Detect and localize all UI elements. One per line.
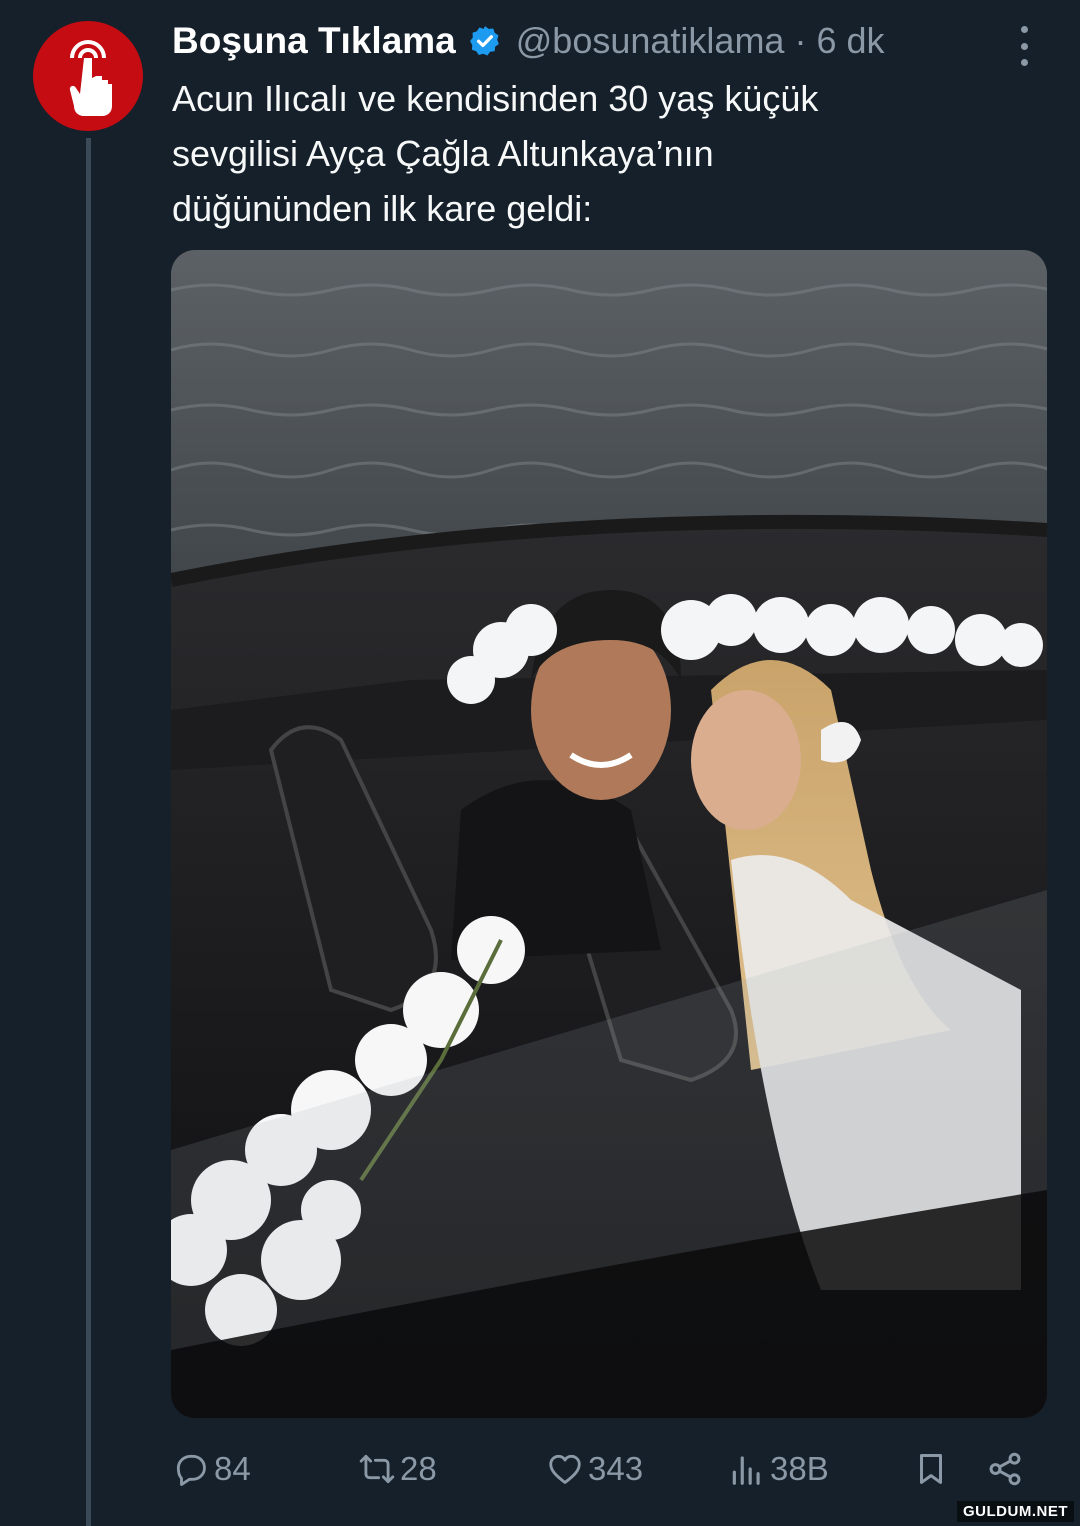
thread-line bbox=[86, 138, 91, 1526]
more-options-icon[interactable] bbox=[1012, 26, 1036, 66]
tweet-photo[interactable] bbox=[171, 250, 1047, 1418]
reply-icon bbox=[176, 1454, 206, 1486]
separator-dot: · bbox=[794, 20, 807, 61]
tweet-text-line: düğününden ilk kare geldi: bbox=[172, 188, 593, 229]
wedding-boat-photo bbox=[171, 250, 1047, 1418]
watermark: GULDUM.NET bbox=[957, 1501, 1074, 1522]
tap-hand-icon bbox=[69, 40, 112, 116]
retweet-count: 28 bbox=[400, 1450, 437, 1487]
views-button[interactable]: 38B bbox=[728, 1440, 829, 1498]
bookmark-button[interactable] bbox=[912, 1440, 950, 1498]
retweet-icon bbox=[359, 1454, 395, 1484]
author-handle[interactable]: @bosunatiklama bbox=[516, 20, 785, 62]
share-button[interactable] bbox=[986, 1440, 1024, 1498]
avatar[interactable] bbox=[33, 21, 143, 131]
display-name[interactable]: Boşuna Tıklama bbox=[172, 20, 456, 62]
tweet-text-line: Acun Ilıcalı ve kendisinden 30 yaş küçük bbox=[172, 78, 819, 119]
share-icon bbox=[989, 1452, 1021, 1486]
views-count: 38B bbox=[770, 1450, 829, 1487]
reply-button[interactable]: 84 bbox=[172, 1440, 251, 1498]
like-button[interactable]: 343 bbox=[546, 1440, 643, 1498]
tweet-time[interactable]: 6 dk bbox=[816, 20, 884, 62]
verified-badge-icon bbox=[469, 26, 499, 56]
tweet-header: Boşuna Tıklama @bosunatiklama · 6 dk bbox=[172, 14, 1020, 68]
reply-count: 84 bbox=[214, 1450, 251, 1487]
views-chart-icon bbox=[732, 1456, 760, 1485]
retweet-button[interactable]: 28 bbox=[358, 1440, 437, 1498]
like-count: 343 bbox=[588, 1450, 644, 1487]
bookmark-icon bbox=[919, 1454, 943, 1484]
tweet-text: Acun Ilıcalı ve kendisinden 30 yaş küçük… bbox=[172, 71, 1032, 236]
heart-icon bbox=[549, 1454, 581, 1484]
tweet-actions: 84 28 343 38B bbox=[172, 1440, 1036, 1498]
tweet-text-line: sevgilisi Ayça Çağla Altunkaya’nın bbox=[172, 133, 714, 174]
